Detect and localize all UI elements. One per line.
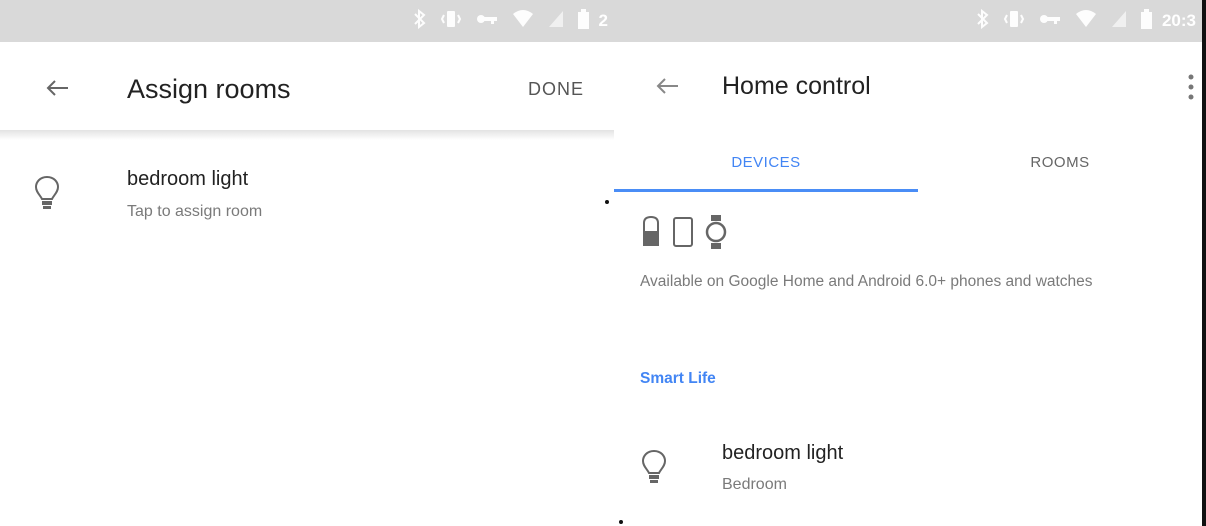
frame-edge xyxy=(1202,0,1206,526)
more-vert-icon[interactable] xyxy=(1184,70,1198,104)
page-title: Assign rooms xyxy=(127,74,291,104)
item-subtitle: Tap to assign room xyxy=(127,203,263,220)
item-subtitle: Bedroom xyxy=(722,476,787,493)
home-control-screen: 20:3 Home control DEVICES ROOMS Availabl… xyxy=(614,0,1202,526)
wifi-icon xyxy=(1075,9,1097,33)
tab-devices[interactable]: DEVICES xyxy=(614,132,918,192)
app-bar-shadow xyxy=(0,130,614,140)
tab-rooms[interactable]: ROOMS xyxy=(918,132,1202,192)
bulb-icon xyxy=(640,448,668,488)
app-bar: Assign rooms DONE xyxy=(0,42,614,134)
phone-icon xyxy=(672,215,694,254)
watch-icon xyxy=(704,214,728,255)
item-name: bedroom light xyxy=(127,168,249,190)
tab-bar: DEVICES ROOMS xyxy=(614,132,1202,192)
status-time: 20:3 xyxy=(1161,11,1196,30)
key-icon xyxy=(1039,11,1061,31)
tab-indicator xyxy=(614,189,918,192)
status-time: 2 xyxy=(598,11,608,30)
battery-icon xyxy=(577,8,589,34)
back-arrow-icon[interactable] xyxy=(650,68,686,104)
page-title: Home control xyxy=(722,72,871,100)
signal-icon xyxy=(548,10,564,33)
key-icon xyxy=(476,11,498,31)
assign-rooms-screen: 2 Assign rooms DONE bedroom light Tap to… xyxy=(0,0,614,526)
app-bar: Home control xyxy=(614,42,1202,134)
speaker-icon xyxy=(640,215,662,254)
bulb-icon xyxy=(33,174,61,214)
availability-text: Available on Google Home and Android 6.0… xyxy=(640,273,1093,290)
list-item[interactable]: bedroom light Bedroom xyxy=(614,436,1202,506)
item-name: bedroom light xyxy=(722,442,844,464)
status-bar: 20:3 xyxy=(614,0,1202,42)
list-item[interactable]: bedroom light Tap to assign room xyxy=(0,160,614,240)
divider-dot xyxy=(619,520,623,524)
bluetooth-icon xyxy=(413,8,426,34)
done-button[interactable]: DONE xyxy=(528,79,584,100)
device-icons xyxy=(640,214,728,254)
back-arrow-icon[interactable] xyxy=(40,70,76,106)
bluetooth-icon xyxy=(977,8,989,34)
vibrate-icon xyxy=(440,9,462,34)
wifi-icon xyxy=(512,9,534,33)
battery-icon xyxy=(1140,8,1152,34)
status-bar: 2 xyxy=(0,0,614,42)
divider-dot xyxy=(605,200,609,204)
signal-icon xyxy=(1111,10,1127,33)
vibrate-icon xyxy=(1003,9,1025,34)
section-header: Smart Life xyxy=(640,370,716,387)
